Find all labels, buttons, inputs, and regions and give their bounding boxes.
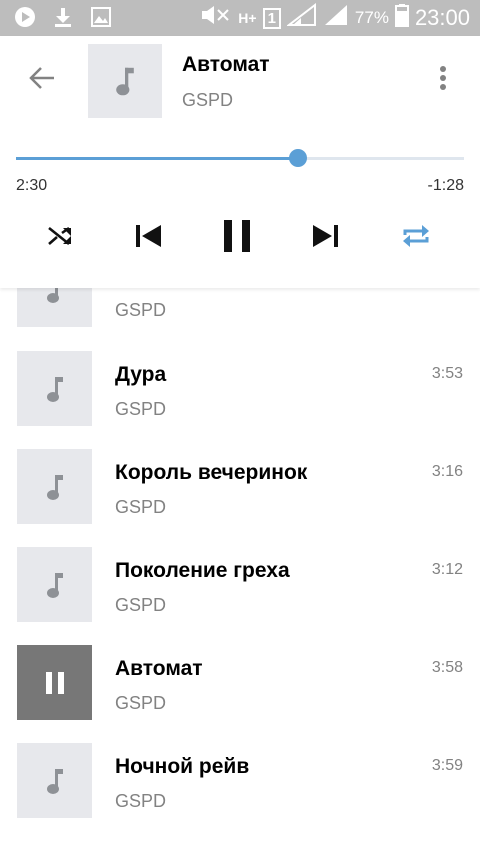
skip-next-icon <box>313 225 338 247</box>
track-duration: 3:58 <box>431 659 463 676</box>
repeat-button[interactable] <box>396 218 436 254</box>
back-button[interactable] <box>24 60 60 96</box>
track-title: Дура <box>115 363 167 386</box>
seek-bar[interactable] <box>16 149 464 167</box>
remaining-time: -1:28 <box>427 177 464 194</box>
track-cover-playing[interactable] <box>17 645 92 720</box>
repeat-icon <box>403 225 429 247</box>
track-artist: GSPD <box>115 300 167 320</box>
track-title: Король вечеринок <box>115 461 308 484</box>
previous-button[interactable] <box>128 218 168 254</box>
player-panel: Автомат GSPD 2:30 -1:28 <box>0 36 480 288</box>
track-row[interactable]: Ночной рейв GSPD 3:59 <box>0 743 480 841</box>
next-button[interactable] <box>306 218 346 254</box>
now-playing-artist: GSPD <box>182 90 234 110</box>
track-duration: 3:12 <box>431 561 463 578</box>
track-cover <box>17 449 92 524</box>
track-artist: GSPD <box>115 399 167 419</box>
music-note-icon <box>46 376 63 402</box>
arrow-left-icon <box>29 67 54 89</box>
track-cover <box>17 743 92 818</box>
track-duration: 3:59 <box>431 757 463 774</box>
track-row-now-playing[interactable]: Автомат GSPD 3:58 <box>0 645 480 743</box>
pause-icon <box>45 671 64 694</box>
music-note-icon <box>116 67 134 96</box>
track-artist: GSPD <box>115 595 167 615</box>
shuffle-icon <box>48 226 71 246</box>
track-artist: GSPD <box>115 791 167 811</box>
track-title: Поколение греха <box>115 559 290 582</box>
seek-bar-fill <box>16 157 299 160</box>
track-duration: 3:53 <box>431 365 463 382</box>
track-cover <box>17 547 92 622</box>
track-title: Автомат <box>115 657 203 680</box>
track-artist: GSPD <box>115 497 167 517</box>
music-note-icon <box>46 474 63 500</box>
pause-icon <box>224 220 250 252</box>
track-row[interactable]: Дура GSPD 3:53 <box>0 351 480 449</box>
track-cover <box>17 351 92 426</box>
now-playing-title: Автомат <box>182 53 270 76</box>
more-vertical-icon <box>440 66 446 90</box>
track-row[interactable]: Король вечеринок GSPD 3:16 <box>0 449 480 547</box>
track-duration: 3:16 <box>431 463 463 480</box>
now-playing-cover <box>88 44 162 118</box>
pause-button[interactable] <box>217 218 257 254</box>
track-title: Ночной рейв <box>115 755 250 778</box>
track-artist: GSPD <box>115 693 167 713</box>
track-row[interactable]: Поколение греха GSPD 3:12 <box>0 547 480 645</box>
shuffle-button[interactable] <box>40 218 80 254</box>
music-note-icon <box>46 572 63 598</box>
elapsed-time: 2:30 <box>16 177 48 194</box>
skip-previous-icon <box>136 225 161 247</box>
seek-bar-thumb[interactable] <box>289 149 308 167</box>
more-options-button[interactable] <box>428 62 458 94</box>
music-note-icon <box>46 768 63 794</box>
